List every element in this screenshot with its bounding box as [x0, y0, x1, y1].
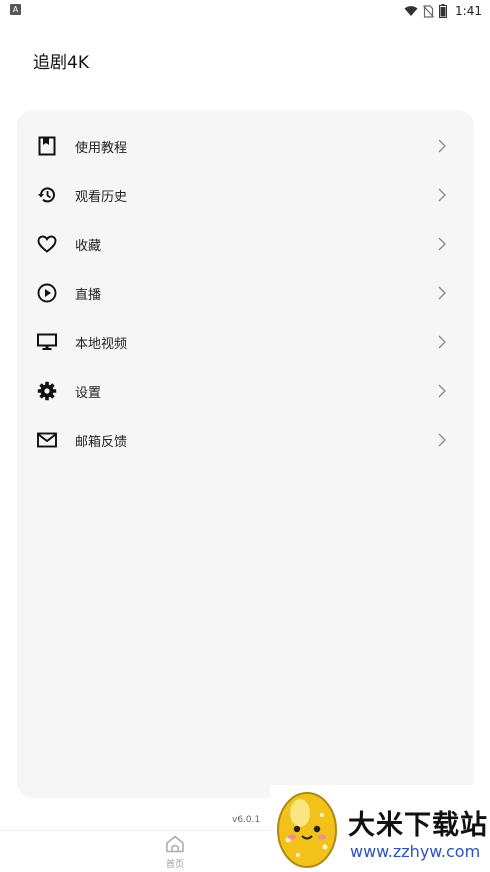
history-icon — [36, 184, 58, 206]
no-sim-icon — [423, 4, 434, 18]
monitor-icon — [36, 331, 58, 353]
wifi-icon — [404, 6, 418, 16]
home-icon — [166, 835, 184, 853]
menu-item-settings[interactable]: 设置 — [17, 371, 474, 411]
chevron-right-icon — [435, 384, 449, 398]
menu-item-label: 使用教程 — [75, 140, 128, 156]
status-bar: A 1:41 — [0, 0, 490, 22]
watermark: 大米下载站 www.zzhyw.com — [270, 785, 490, 871]
chevron-right-icon — [435, 286, 449, 300]
app-version: v6.0.1 — [232, 815, 261, 825]
bookmark-icon — [36, 135, 58, 157]
menu-item-label: 直播 — [75, 287, 102, 303]
menu-card: 使用教程 观看历史 收藏 直播 本地视频 设置 邮箱反馈 — [17, 110, 474, 798]
menu-item-label: 设置 — [75, 385, 102, 401]
menu-item-label: 本地视频 — [75, 336, 128, 352]
chevron-right-icon — [435, 139, 449, 153]
watermark-url: www.zzhyw.com — [350, 842, 481, 861]
menu-item-label: 收藏 — [75, 238, 102, 254]
menu-item-favorites[interactable]: 收藏 — [17, 224, 474, 264]
mail-icon — [36, 429, 58, 451]
watermark-title: 大米下载站 — [348, 810, 488, 841]
nav-home[interactable]: 首页 — [160, 835, 190, 871]
heart-icon — [36, 233, 58, 255]
menu-item-email-feedback[interactable]: 邮箱反馈 — [17, 420, 474, 460]
play-circle-icon — [36, 282, 58, 304]
status-icons: 1:41 — [404, 2, 482, 20]
battery-icon — [439, 4, 448, 18]
notification-badge: A — [10, 4, 21, 15]
menu-item-history[interactable]: 观看历史 — [17, 175, 474, 215]
gear-icon — [36, 380, 58, 402]
chevron-right-icon — [435, 188, 449, 202]
egg-mascot-icon — [277, 792, 337, 868]
status-time: 1:41 — [455, 4, 482, 18]
menu-item-local-video[interactable]: 本地视频 — [17, 322, 474, 362]
nav-home-label: 首页 — [165, 860, 184, 870]
menu-item-label: 邮箱反馈 — [75, 434, 128, 450]
chevron-right-icon — [435, 433, 449, 447]
app-title: 追剧4K — [33, 53, 89, 73]
chevron-right-icon — [435, 237, 449, 251]
menu-item-live[interactable]: 直播 — [17, 273, 474, 313]
menu-item-label: 观看历史 — [75, 189, 128, 205]
menu-item-tutorial[interactable]: 使用教程 — [17, 126, 474, 166]
chevron-right-icon — [435, 335, 449, 349]
